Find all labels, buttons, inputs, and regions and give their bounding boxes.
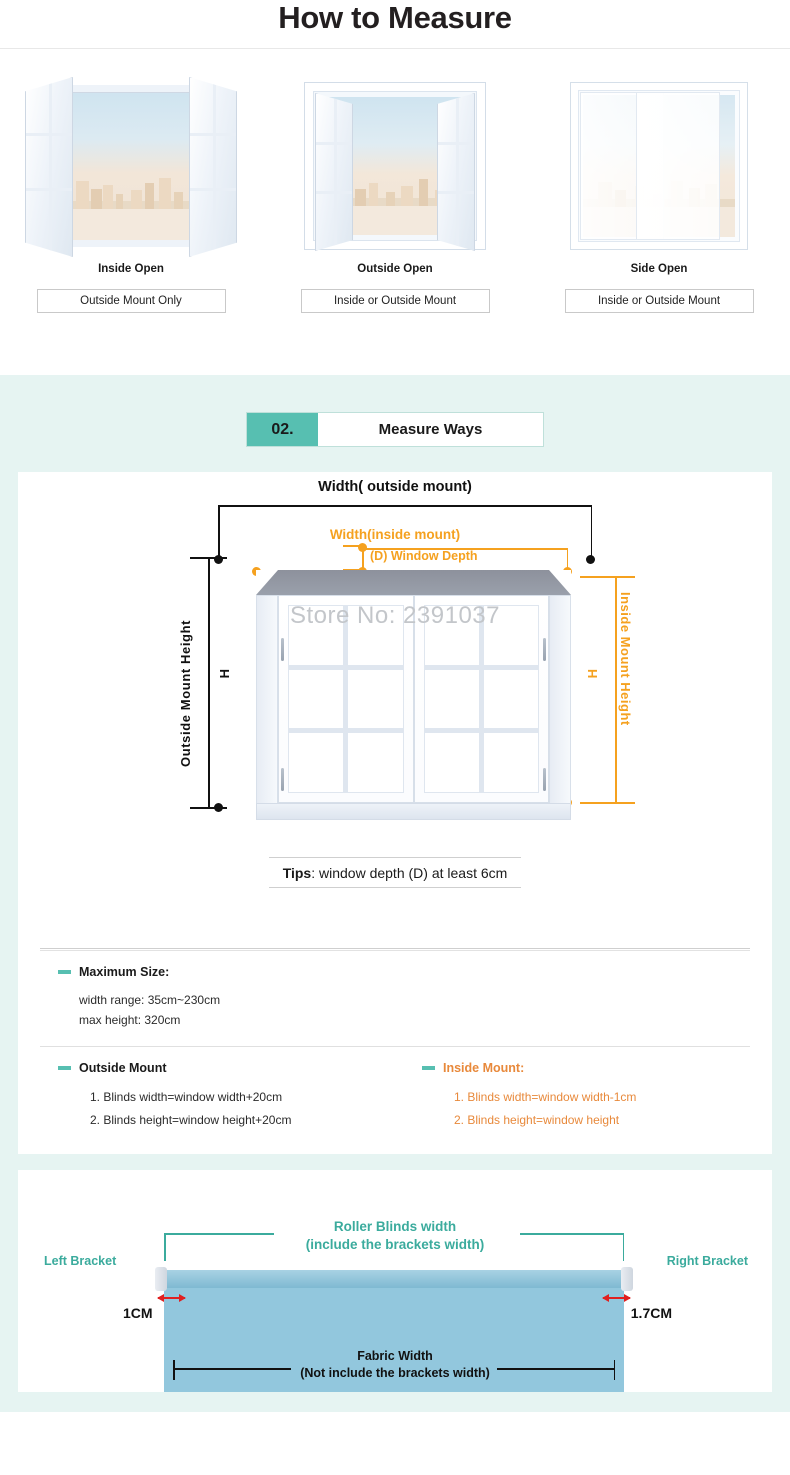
dimension-dot (586, 555, 595, 564)
window-type-card-outside-open[interactable]: Outside Open Inside or Outside Mount (281, 77, 509, 313)
fabric-tick-right (613, 1360, 615, 1380)
section-header: 02. Measure Ways (0, 375, 790, 446)
tips-text: : window depth (D) at least 6cm (311, 865, 508, 881)
outside-height-dimension-line (208, 557, 210, 807)
page-title: How to Measure (278, 0, 512, 35)
inside-height-cap-bottom (580, 802, 635, 804)
dash-icon (58, 970, 71, 974)
outside-height-label: Outside Mount Height (178, 619, 193, 767)
fabric-width-line1: Fabric Width (357, 1349, 433, 1363)
window-handle (281, 768, 284, 791)
window-depth-label: (D) Window Depth (370, 549, 478, 563)
fabric-dim-line-right (497, 1368, 615, 1370)
dimension-dot-orange (358, 543, 367, 552)
list-item: 1. Blinds width=window width+20cm (90, 1090, 283, 1104)
window-type-name: Inside Open (98, 263, 164, 275)
outside-height-cap-bottom (190, 807, 227, 809)
window-type-card-inside-open[interactable]: Inside Open Outside Mount Only (17, 77, 245, 313)
outside-height-cap-top (190, 557, 227, 559)
right-bracket-label: Right Bracket (666, 1254, 748, 1268)
roller-width-line2: (include the brackets width) (305, 1237, 485, 1252)
roller-dim-line-right (520, 1233, 624, 1235)
window-side-open-icon (545, 77, 773, 254)
window-handle (543, 638, 546, 661)
roller-dim-line-left (164, 1233, 274, 1235)
window-reveal (256, 570, 571, 595)
window-sill (256, 803, 571, 820)
window-types-row: Inside Open Outside Mount Only Outside O… (0, 77, 790, 313)
mount-instructions-row: Outside Mount 1. Blinds width=window wid… (18, 1047, 772, 1154)
section-number: 02. (247, 413, 318, 446)
inside-width-label: Width(inside mount) (329, 527, 461, 542)
section-title: Measure Ways (318, 413, 543, 446)
window-handle (543, 768, 546, 791)
outside-mount-heading: Outside Mount (79, 1061, 167, 1075)
window-type-name: Side Open (630, 263, 688, 275)
inside-mount-list: 1. Blinds width=window width-1cm 2. Blin… (440, 1086, 732, 1132)
measure-ways-section: 02. Measure Ways Width( outside mount) O… (0, 375, 790, 1412)
left-bracket-arrow-icon (157, 1294, 186, 1302)
maximum-size-block: Maximum Size: width range: 35cm~230cm ma… (18, 951, 772, 1030)
window-type-name: Outside Open (357, 263, 433, 275)
maximum-size-heading: Maximum Size: (79, 965, 170, 979)
measure-diagram-card: Width( outside mount) Outside Mount Heig… (18, 472, 772, 1154)
outside-width-label: Width( outside mount) (318, 479, 472, 495)
window-panes-right (423, 605, 539, 793)
width-range-line: width range: 35cm~230cm (79, 993, 221, 1007)
inside-mount-heading-row: Inside Mount: (422, 1061, 732, 1075)
title-divider (0, 48, 790, 49)
store-watermark: Store No: 2391037 (290, 602, 500, 629)
mount-option-badge: Inside or Outside Mount (564, 289, 754, 313)
inside-height-cap-top (580, 576, 635, 578)
mount-option-badge: Inside or Outside Mount (300, 289, 490, 313)
window-measurement-diagram: Width( outside mount) Outside Mount Heig… (18, 472, 772, 942)
window-inside-open-icon (17, 77, 245, 257)
outside-mount-column: Outside Mount 1. Blinds width=window wid… (58, 1061, 368, 1132)
window-handle (281, 638, 284, 661)
fabric-width-line2: (Not include the brackets width) (300, 1366, 490, 1380)
right-bracket (621, 1267, 633, 1291)
fabric-width-label: Fabric Width (Not include the brackets w… (18, 1348, 772, 1382)
right-bracket-arrow-icon (602, 1294, 631, 1302)
inside-height-h-label: H (585, 669, 600, 679)
dash-icon (58, 1066, 71, 1070)
tips-prefix: Tips (282, 865, 312, 881)
left-bracket-measure: 1CM (123, 1305, 153, 1321)
outside-mount-heading-row: Outside Mount (58, 1061, 368, 1075)
left-bracket-label: Left Bracket (44, 1254, 117, 1268)
inside-mount-heading: Inside Mount: (443, 1061, 525, 1075)
window-outside-open-icon (281, 77, 509, 254)
window-panes-left (288, 605, 404, 793)
left-bracket (155, 1267, 167, 1291)
outside-width-dimension-line (218, 505, 592, 507)
fabric-dim-line-left (173, 1368, 291, 1370)
maximum-size-values: width range: 35cm~230cm max height: 320c… (79, 990, 732, 1030)
how-to-measure-header-section: How to Measure Inside Open Outside Mount… (0, 0, 790, 375)
fabric-tick-left (173, 1360, 175, 1380)
mount-option-badge: Outside Mount Only (36, 289, 226, 313)
roller-width-label: Roller Blinds width (include the bracket… (18, 1218, 772, 1254)
roller-tick-right (622, 1233, 624, 1261)
roller-blind-diagram-card: Roller Blinds width (include the bracket… (18, 1170, 772, 1392)
maximum-size-heading-row: Maximum Size: (58, 965, 732, 979)
list-item: 2. Blinds height=window height (454, 1113, 620, 1127)
roller-tube (164, 1270, 624, 1288)
outside-mount-list: 1. Blinds width=window width+20cm 2. Bli… (76, 1086, 368, 1132)
roller-tick-left (164, 1233, 166, 1261)
window-type-card-side-open[interactable]: Side Open Inside or Outside Mount (545, 77, 773, 313)
roller-width-line1: Roller Blinds width (333, 1219, 457, 1234)
max-height-line: max height: 320cm (79, 1013, 181, 1027)
tips-row: Tips: window depth (D) at least 6cm (18, 857, 772, 888)
right-bracket-measure: 1.7CM (630, 1305, 672, 1321)
outside-height-h-label: H (217, 669, 232, 679)
list-item: 1. Blinds width=window width-1cm (454, 1090, 637, 1104)
inside-mount-column: Inside Mount: 1. Blinds width=window wid… (368, 1061, 732, 1132)
list-item: 2. Blinds height=window height+20cm (90, 1113, 292, 1127)
dash-icon (422, 1066, 435, 1070)
